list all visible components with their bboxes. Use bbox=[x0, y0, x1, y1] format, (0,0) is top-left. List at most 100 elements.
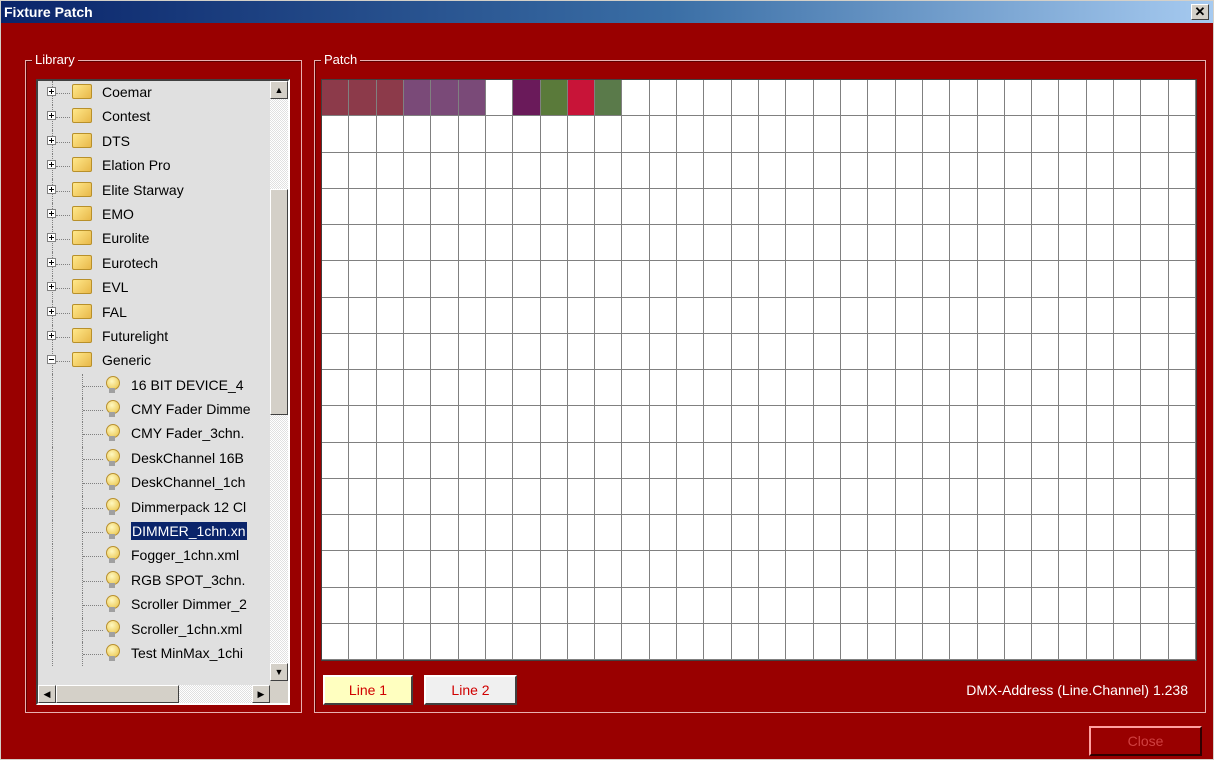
dmx-channel-cell[interactable] bbox=[840, 333, 869, 370]
dmx-channel-cell[interactable] bbox=[704, 80, 732, 117]
dmx-channel-cell[interactable] bbox=[1032, 80, 1060, 117]
tree-folder[interactable]: FAL bbox=[38, 300, 270, 325]
dmx-channel-cell[interactable] bbox=[1086, 587, 1115, 624]
dmx-channel-cell[interactable] bbox=[322, 152, 350, 189]
dmx-channel-cell[interactable] bbox=[349, 152, 377, 189]
dmx-channel-cell[interactable] bbox=[704, 515, 732, 552]
dmx-channel-cell[interactable] bbox=[840, 587, 869, 624]
dmx-channel-cell[interactable] bbox=[922, 80, 951, 117]
dmx-channel-cell[interactable] bbox=[1141, 152, 1169, 189]
dmx-channel-cell[interactable] bbox=[759, 587, 787, 624]
horizontal-scroll-thumb[interactable] bbox=[56, 685, 179, 703]
dmx-channel-cell[interactable] bbox=[1004, 406, 1033, 443]
dmx-channel-cell[interactable] bbox=[458, 515, 486, 552]
scroll-down-icon[interactable]: ▼ bbox=[270, 663, 288, 681]
dmx-channel-cell[interactable] bbox=[1168, 152, 1196, 189]
dmx-channel-cell[interactable] bbox=[1168, 442, 1196, 479]
dmx-channel-cell[interactable] bbox=[322, 406, 350, 443]
dmx-channel-cell[interactable] bbox=[485, 478, 514, 515]
dmx-channel-cell[interactable] bbox=[1168, 297, 1196, 334]
dmx-channel-cell[interactable] bbox=[786, 225, 814, 262]
dmx-channel-cell[interactable] bbox=[731, 116, 759, 153]
dmx-channel-cell[interactable] bbox=[322, 297, 350, 334]
dmx-channel-cell[interactable] bbox=[376, 297, 404, 334]
dmx-channel-cell[interactable] bbox=[431, 515, 459, 552]
dmx-channel-cell[interactable] bbox=[1059, 370, 1087, 407]
dmx-channel-cell[interactable] bbox=[704, 116, 732, 153]
dmx-channel-cell[interactable] bbox=[1059, 478, 1087, 515]
dmx-channel-cell[interactable] bbox=[567, 406, 596, 443]
dmx-channel-cell[interactable] bbox=[513, 587, 541, 624]
dmx-channel-cell[interactable] bbox=[759, 152, 787, 189]
dmx-channel-cell[interactable] bbox=[868, 297, 896, 334]
dmx-channel-cell[interactable] bbox=[1032, 261, 1060, 298]
dmx-channel-cell[interactable] bbox=[1086, 623, 1115, 660]
dmx-channel-cell[interactable] bbox=[840, 515, 869, 552]
dmx-channel-cell[interactable] bbox=[1086, 406, 1115, 443]
dmx-channel-cell[interactable] bbox=[567, 587, 596, 624]
dmx-channel-cell[interactable] bbox=[513, 478, 541, 515]
dmx-channel-cell[interactable] bbox=[731, 478, 759, 515]
dmx-channel-cell[interactable] bbox=[1004, 152, 1033, 189]
dmx-channel-cell[interactable] bbox=[759, 225, 787, 262]
dmx-channel-cell[interactable] bbox=[1168, 370, 1196, 407]
tree-fixture[interactable]: DIMMER_1chn.xn bbox=[38, 520, 270, 545]
dmx-channel-cell[interactable] bbox=[595, 188, 623, 225]
dmx-channel-cell[interactable] bbox=[786, 551, 814, 588]
dmx-channel-cell[interactable] bbox=[840, 297, 869, 334]
dmx-channel-cell[interactable] bbox=[813, 80, 841, 117]
dmx-channel-cell[interactable] bbox=[322, 370, 350, 407]
dmx-channel-cell[interactable] bbox=[595, 623, 623, 660]
dmx-channel-cell[interactable] bbox=[649, 623, 678, 660]
dmx-channel-cell[interactable] bbox=[1086, 297, 1115, 334]
dmx-channel-cell[interactable] bbox=[1114, 152, 1142, 189]
dmx-channel-cell[interactable] bbox=[704, 297, 732, 334]
dmx-channel-cell[interactable] bbox=[431, 261, 459, 298]
dmx-channel-cell[interactable] bbox=[595, 116, 623, 153]
dmx-channel-cell[interactable] bbox=[950, 297, 978, 334]
dmx-channel-cell[interactable] bbox=[977, 478, 1005, 515]
dmx-channel-cell[interactable] bbox=[349, 297, 377, 334]
dmx-channel-cell[interactable] bbox=[622, 152, 650, 189]
dmx-channel-cell[interactable] bbox=[977, 80, 1005, 117]
tree-folder[interactable]: EVL bbox=[38, 276, 270, 301]
dmx-channel-cell[interactable] bbox=[431, 188, 459, 225]
dmx-channel-cell[interactable] bbox=[813, 442, 841, 479]
dmx-channel-cell[interactable] bbox=[458, 297, 486, 334]
dmx-channel-cell[interactable] bbox=[786, 515, 814, 552]
dmx-channel-cell[interactable] bbox=[622, 442, 650, 479]
dmx-channel-cell[interactable] bbox=[513, 442, 541, 479]
patched-channel-cell[interactable] bbox=[458, 80, 486, 117]
dmx-channel-cell[interactable] bbox=[431, 478, 459, 515]
dmx-channel-cell[interactable] bbox=[759, 623, 787, 660]
dmx-channel-cell[interactable] bbox=[485, 587, 514, 624]
dmx-channel-cell[interactable] bbox=[922, 623, 951, 660]
expand-icon[interactable] bbox=[47, 208, 56, 218]
dmx-channel-cell[interactable] bbox=[868, 80, 896, 117]
dmx-channel-cell[interactable] bbox=[840, 152, 869, 189]
dmx-channel-cell[interactable] bbox=[1086, 116, 1115, 153]
dmx-channel-cell[interactable] bbox=[1004, 623, 1033, 660]
dmx-channel-cell[interactable] bbox=[376, 370, 404, 407]
dmx-channel-cell[interactable] bbox=[513, 152, 541, 189]
dmx-channel-cell[interactable] bbox=[458, 406, 486, 443]
dmx-channel-cell[interactable] bbox=[431, 587, 459, 624]
scroll-left-icon[interactable]: ◀ bbox=[38, 685, 56, 703]
dmx-channel-cell[interactable] bbox=[977, 261, 1005, 298]
dmx-channel-cell[interactable] bbox=[540, 515, 568, 552]
dmx-channel-cell[interactable] bbox=[922, 442, 951, 479]
dmx-channel-cell[interactable] bbox=[950, 188, 978, 225]
dmx-channel-cell[interactable] bbox=[513, 406, 541, 443]
dmx-channel-cell[interactable] bbox=[567, 370, 596, 407]
dmx-channel-cell[interactable] bbox=[704, 551, 732, 588]
dmx-channel-cell[interactable] bbox=[1141, 80, 1169, 117]
dmx-channel-cell[interactable] bbox=[403, 478, 432, 515]
dmx-channel-cell[interactable] bbox=[485, 297, 514, 334]
dmx-channel-cell[interactable] bbox=[1141, 515, 1169, 552]
dmx-channel-cell[interactable] bbox=[1141, 225, 1169, 262]
dmx-channel-cell[interactable] bbox=[376, 333, 404, 370]
dmx-channel-cell[interactable] bbox=[950, 152, 978, 189]
patched-channel-cell[interactable] bbox=[431, 80, 459, 117]
dmx-channel-cell[interactable] bbox=[431, 152, 459, 189]
dmx-channel-cell[interactable] bbox=[458, 587, 486, 624]
